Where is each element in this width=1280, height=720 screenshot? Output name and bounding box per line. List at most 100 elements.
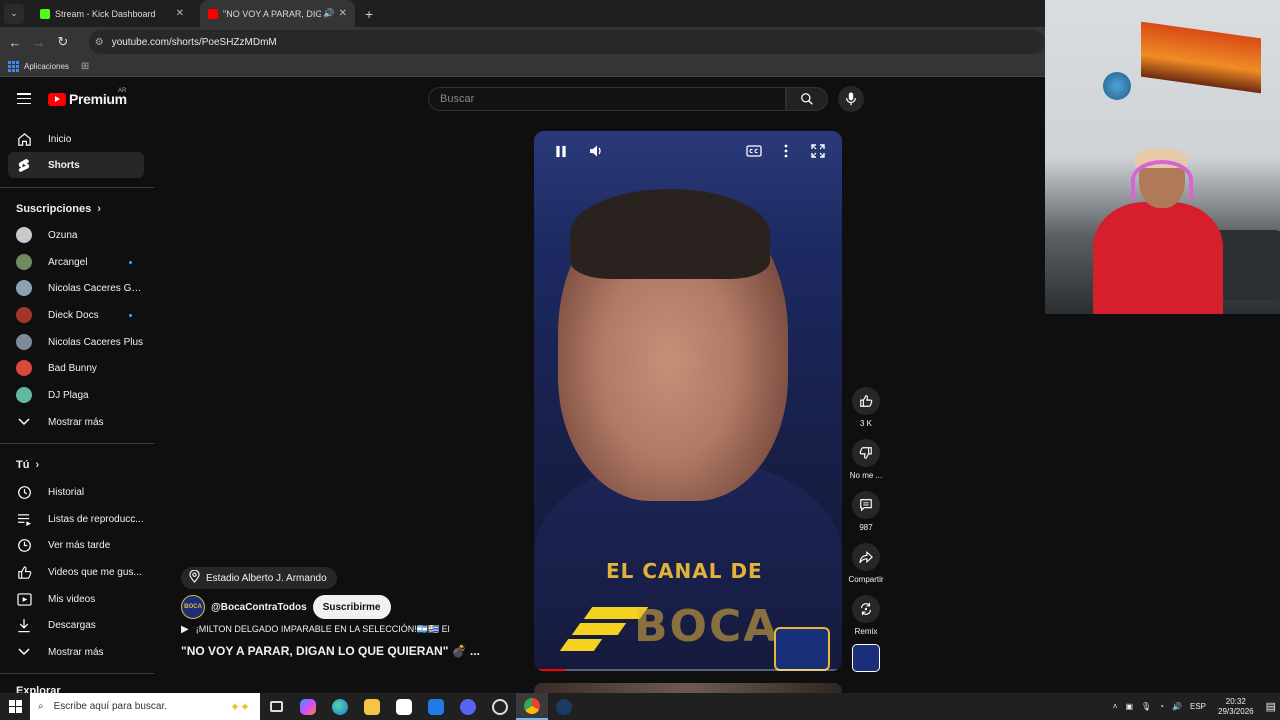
music-row[interactable]: ▶ ¡MILTON DELGADO IMPARABLE EN LA SELECC…	[181, 624, 450, 635]
audio-source-thumbnail[interactable]	[852, 644, 880, 672]
remix-button[interactable]: Remix	[846, 595, 886, 636]
edge-icon[interactable]	[324, 693, 356, 720]
avatar	[16, 254, 32, 270]
chevron-right-icon: ›	[35, 459, 40, 471]
right-empty-area	[1045, 314, 1280, 693]
file-explorer-icon[interactable]	[356, 693, 388, 720]
tab-groups-icon[interactable]: ⊞	[81, 61, 89, 72]
sidebar-item-bad-bunny[interactable]: Bad Bunny	[8, 355, 144, 381]
youtube-favicon-icon	[208, 8, 218, 19]
sidebar-item-label: Mostrar más	[48, 646, 104, 658]
browser-toolbar: ← → ↻ ⚙ youtube.com/shorts/PoeSHZzMDmM	[0, 27, 1045, 57]
close-tab-icon[interactable]: ✕	[176, 8, 184, 19]
sidebar-item-dieck-docs[interactable]: Dieck Docs	[8, 302, 144, 328]
video-progress-bar[interactable]	[534, 669, 842, 671]
sidebar-item-nicolas-caceres-ga[interactable]: Nicolas Caceres Ga...	[8, 275, 144, 301]
volume-button[interactable]	[586, 141, 606, 161]
downloads-icon	[16, 617, 32, 633]
speaker-icon[interactable]: 🔊	[323, 8, 334, 19]
chrome-icon[interactable]	[516, 693, 548, 720]
tab-youtube-short[interactable]: "NO VOY A PARAR, DIGAN 🔊 ✕	[200, 0, 355, 27]
subscriptions-header[interactable]: Suscripciones ›	[16, 203, 101, 215]
device-icon[interactable]: ▣	[1125, 702, 1133, 711]
dislike-label: No me ...	[849, 471, 883, 480]
sidebar-item-history[interactable]: Historial	[8, 479, 144, 505]
sidebar-item-dj-plaga[interactable]: DJ Plaga	[8, 382, 144, 408]
sidebar-item-home[interactable]: Inicio	[8, 126, 144, 152]
short-title[interactable]: "NO VOY A PARAR, DIGAN LO QUE QUIERAN" 💣…	[181, 644, 480, 658]
reload-icon[interactable]: ↻	[51, 34, 75, 50]
search-icon	[801, 93, 813, 105]
channel-name[interactable]: @BocaContraTodos	[211, 602, 307, 613]
sidebar-item-arcangel[interactable]: Arcangel	[8, 249, 144, 275]
share-button[interactable]: Compartir	[846, 543, 886, 584]
language-indicator[interactable]: ESP	[1190, 702, 1206, 711]
tab-search-button[interactable]: ⌄	[4, 3, 24, 24]
show-more-subscriptions[interactable]: Mostrar más	[8, 409, 144, 435]
player-controls	[534, 131, 842, 171]
task-view-icon[interactable]	[260, 693, 292, 720]
sidebar-item-playlists[interactable]: Listas de reproducc...	[8, 506, 144, 532]
taskbar-search[interactable]: ⌕ Escribe aquí para buscar. ✦✦	[30, 693, 260, 720]
headset	[1131, 160, 1193, 200]
dislike-button[interactable]: No me ...	[846, 439, 886, 480]
clock[interactable]: 20:32 29/3/2026	[1218, 697, 1254, 717]
pause-button[interactable]	[551, 141, 571, 161]
back-icon[interactable]: ←	[3, 35, 27, 50]
steam-icon[interactable]	[548, 693, 580, 720]
youtube-header: Premium AR Buscar	[0, 81, 1045, 117]
microphone-icon[interactable]: 🎙	[1141, 702, 1151, 711]
show-more-you[interactable]: Mostrar más	[8, 639, 144, 665]
like-count: 3 K	[859, 419, 872, 428]
captions-button[interactable]	[744, 141, 764, 161]
address-bar[interactable]: ⚙ youtube.com/shorts/PoeSHZzMDmM	[88, 30, 1045, 54]
like-button[interactable]: 3 K	[846, 387, 886, 428]
youtube-premium-logo[interactable]: Premium AR	[48, 88, 127, 107]
speaker-icon[interactable]: 🔊	[1172, 702, 1182, 711]
location-chip[interactable]: Estadio Alberto J. Armando	[181, 567, 337, 589]
subscribe-button[interactable]: Suscribirme	[312, 595, 391, 619]
you-header[interactable]: Tú ›	[16, 459, 39, 471]
tab-kick-dashboard[interactable]: Stream - Kick Dashboard ✕	[32, 0, 192, 27]
sidebar-item-my-videos[interactable]: Mis videos	[8, 586, 144, 612]
close-tab-icon[interactable]: ✕	[339, 8, 347, 19]
sidebar-item-label: Bad Bunny	[48, 362, 97, 374]
channel-avatar[interactable]: BOCA	[181, 595, 205, 619]
fullscreen-button[interactable]	[808, 141, 828, 161]
home-icon	[16, 131, 32, 147]
comments-button[interactable]: 987	[846, 491, 886, 532]
search-button[interactable]	[786, 87, 828, 111]
search-icon: ⌕	[38, 701, 44, 712]
music-text: ¡MILTON DELGADO IMPARABLE EN LA SELECCIÓ…	[195, 624, 450, 634]
menu-icon[interactable]	[17, 93, 31, 104]
mail-icon[interactable]	[420, 693, 452, 720]
volume-icon	[590, 145, 601, 157]
sidebar-item-shorts[interactable]: Shorts	[8, 152, 144, 178]
sidebar-item-watch-later[interactable]: Ver más tarde	[8, 532, 144, 558]
start-button[interactable]	[0, 693, 30, 720]
avatar	[16, 307, 32, 323]
shorts-player[interactable]: EL CANAL DE BOCA	[534, 131, 842, 671]
sidebar-item-ozuna[interactable]: Ozuna	[8, 222, 144, 248]
new-tab-button[interactable]: +	[365, 6, 373, 22]
forward-icon[interactable]: →	[27, 35, 51, 50]
chevron-right-icon: ›	[97, 203, 101, 215]
bookmark-apps[interactable]: Aplicaciones	[24, 62, 69, 71]
obs-icon[interactable]	[484, 693, 516, 720]
notifications-icon[interactable]: ▤	[1266, 700, 1276, 713]
sidebar-item-downloads[interactable]: Descargas	[8, 612, 144, 638]
site-info-icon[interactable]: ⚙	[95, 37, 104, 48]
chevron-up-icon[interactable]: ˄	[1113, 702, 1118, 711]
sidebar-item-nicolas-caceres-plus[interactable]: Nicolas Caceres Plus	[8, 329, 144, 355]
sidebar-item-label: Ozuna	[48, 229, 78, 241]
copilot-icon[interactable]	[292, 693, 324, 720]
more-options-button[interactable]	[776, 141, 796, 161]
time: 20:32	[1225, 696, 1246, 706]
voice-search-button[interactable]	[838, 86, 864, 112]
sidebar-item-liked-videos[interactable]: Videos que me gus...	[8, 559, 144, 585]
search-input[interactable]: Buscar	[428, 87, 786, 111]
discord-icon[interactable]	[452, 693, 484, 720]
store-icon[interactable]	[388, 693, 420, 720]
wifi-icon[interactable]: ◔	[1159, 702, 1164, 711]
location-text: Estadio Alberto J. Armando	[206, 572, 327, 584]
